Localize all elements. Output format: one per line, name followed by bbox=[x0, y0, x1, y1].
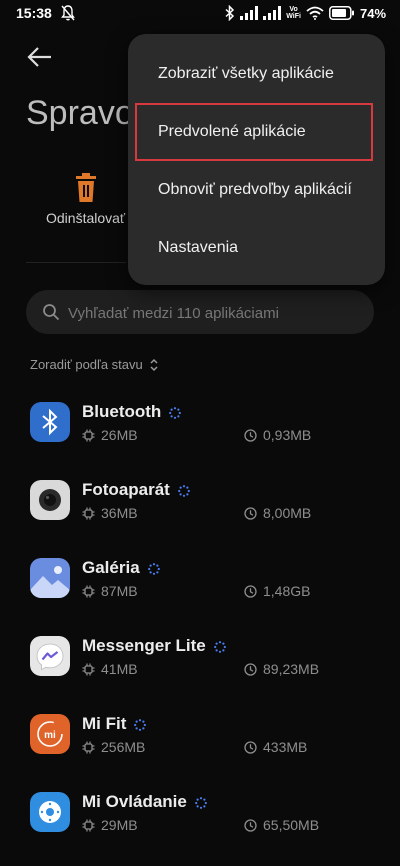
notifications-muted-icon bbox=[61, 5, 75, 21]
status-indicators: Vo WiFi 74% bbox=[225, 5, 386, 21]
signal-1-icon bbox=[240, 6, 259, 20]
signal-2-icon bbox=[263, 6, 282, 20]
app-size: 87MB bbox=[82, 583, 138, 599]
app-name: Messenger Lite bbox=[82, 636, 226, 656]
app-row-messenger-lite[interactable]: Messenger Lite 41MB 89,23MB bbox=[0, 614, 400, 692]
app-row-mi-remote[interactable]: Mi Ovládanie 29MB 65,50MB bbox=[0, 770, 400, 848]
search-input[interactable] bbox=[66, 290, 360, 336]
volte-label-bottom: WiFi bbox=[286, 13, 301, 20]
chip-icon bbox=[82, 585, 95, 597]
data-size: 65,50MB bbox=[244, 817, 319, 833]
loading-icon bbox=[134, 718, 147, 731]
status-time: 15:38 bbox=[16, 5, 52, 21]
menu-item-label: Obnoviť predvoľby aplikácií bbox=[158, 181, 352, 198]
data-size: 1,48GB bbox=[244, 583, 310, 599]
mi-fit-icon: mi bbox=[30, 714, 70, 754]
search-icon bbox=[43, 304, 60, 321]
loading-icon bbox=[194, 796, 207, 809]
battery-icon bbox=[329, 6, 354, 20]
volte-label-top: Vo bbox=[289, 6, 298, 13]
svg-text:mi: mi bbox=[44, 730, 56, 741]
menu-item-show-all-apps[interactable]: Zobraziť všetky aplikácie bbox=[128, 46, 385, 104]
data-size: 0,93MB bbox=[244, 427, 311, 443]
sort-button[interactable]: Zoradiť podľa stavu bbox=[30, 357, 159, 372]
loading-icon bbox=[213, 640, 226, 653]
clock-icon bbox=[244, 818, 257, 832]
app-name: Bluetooth bbox=[82, 402, 182, 422]
bluetooth-status-icon bbox=[225, 5, 235, 21]
gallery-icon bbox=[30, 558, 70, 598]
back-arrow-icon[interactable] bbox=[26, 44, 54, 70]
data-size: 8,00MB bbox=[244, 505, 311, 521]
sort-chevrons-icon bbox=[150, 358, 158, 371]
app-row-camera[interactable]: Fotoaparát 36MB 8,00MB bbox=[0, 458, 400, 536]
highlight-box bbox=[135, 103, 373, 161]
app-name: Mi Fit bbox=[82, 714, 147, 734]
bluetooth-icon bbox=[30, 402, 70, 442]
app-name: Fotoaparát bbox=[82, 480, 190, 500]
clock-icon bbox=[244, 506, 257, 520]
menu-item-settings[interactable]: Nastavenia bbox=[128, 220, 385, 278]
app-row-bluetooth[interactable]: Bluetooth 26MB 0,93MB bbox=[0, 380, 400, 458]
divider bbox=[26, 262, 126, 263]
messenger-icon bbox=[30, 636, 70, 676]
menu-item-label: Nastavenia bbox=[158, 239, 239, 256]
chip-icon bbox=[82, 819, 95, 831]
camera-icon bbox=[30, 480, 70, 520]
app-row-gallery[interactable]: Galéria 87MB 1,48GB bbox=[0, 536, 400, 614]
volte-wifi-label: Vo WiFi bbox=[286, 6, 301, 20]
chip-icon bbox=[82, 507, 95, 519]
sort-label: Zoradiť podľa stavu bbox=[30, 357, 143, 372]
clock-icon bbox=[244, 428, 257, 442]
app-size: 256MB bbox=[82, 739, 145, 755]
loading-icon bbox=[177, 484, 190, 497]
menu-item-label: Zobraziť všetky aplikácie bbox=[158, 65, 334, 82]
app-row-mi-fit[interactable]: mi Mi Fit 256MB 433MB bbox=[0, 692, 400, 770]
app-name: Mi Ovládanie bbox=[82, 792, 207, 812]
app-size: 36MB bbox=[82, 505, 138, 521]
app-list: Bluetooth 26MB 0,93MB Fotoaparát 36MB 8,… bbox=[0, 380, 400, 848]
app-size: 26MB bbox=[82, 427, 138, 443]
uninstall-label[interactable]: Odinštalovať bbox=[46, 210, 125, 226]
data-size: 89,23MB bbox=[244, 661, 319, 677]
search-box[interactable] bbox=[26, 290, 374, 336]
clock-icon bbox=[244, 584, 257, 598]
app-name: Galéria bbox=[82, 558, 160, 578]
chip-icon bbox=[82, 741, 95, 753]
wifi-icon bbox=[306, 6, 324, 20]
clock-icon bbox=[244, 740, 257, 754]
loading-icon bbox=[147, 562, 160, 575]
data-size: 433MB bbox=[244, 739, 307, 755]
app-size: 29MB bbox=[82, 817, 138, 833]
remote-icon bbox=[30, 792, 70, 832]
loading-icon bbox=[169, 406, 182, 419]
status-bar: 15:38 Vo WiFi 74% bbox=[0, 0, 400, 28]
battery-percent: 74% bbox=[359, 5, 386, 21]
menu-item-reset-app-preferences[interactable]: Obnoviť predvoľby aplikácií bbox=[128, 162, 385, 220]
chip-icon bbox=[82, 429, 95, 441]
trash-icon[interactable] bbox=[72, 173, 100, 203]
clock-icon bbox=[244, 662, 257, 676]
app-size: 41MB bbox=[82, 661, 138, 677]
chip-icon bbox=[82, 663, 95, 675]
